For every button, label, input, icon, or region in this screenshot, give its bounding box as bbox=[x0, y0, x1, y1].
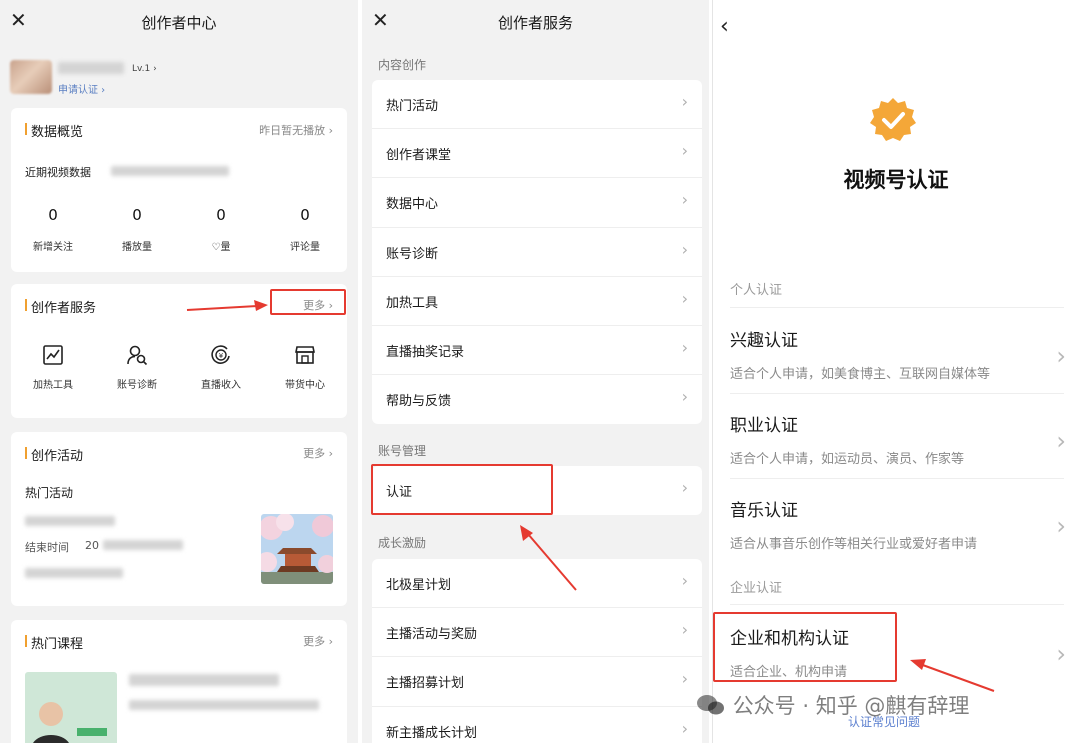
arrow-head bbox=[910, 659, 926, 670]
annotation-arrows bbox=[186, 300, 995, 692]
watermark: 公众号 · 知乎 @麒有辞理 bbox=[696, 690, 969, 720]
arrow-line bbox=[527, 533, 577, 591]
arrow-line bbox=[919, 663, 995, 692]
watermark-text: 公众号 · 知乎 @麒有辞理 bbox=[732, 694, 970, 718]
wechat-icon bbox=[697, 695, 724, 715]
arrow-line bbox=[186, 305, 259, 311]
arrow-head bbox=[254, 300, 268, 311]
